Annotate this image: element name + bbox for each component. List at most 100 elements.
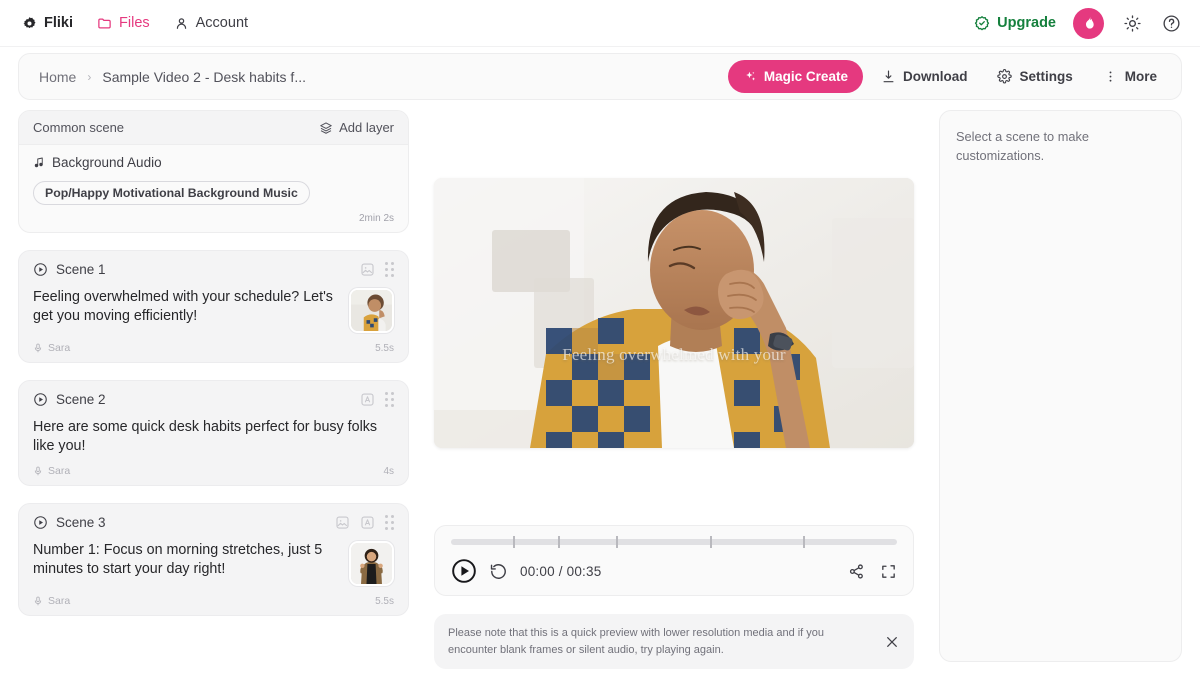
scene-3-voice-label: Sara bbox=[48, 595, 71, 607]
more-label: More bbox=[1124, 69, 1157, 84]
progress-tick bbox=[558, 536, 561, 548]
scene-1-text[interactable]: Feeling overwhelmed with your schedule? … bbox=[33, 288, 337, 326]
common-scene-header: Common scene Add layer bbox=[19, 111, 408, 145]
progress-tick bbox=[803, 536, 806, 548]
scene-1-header: Scene 1 bbox=[33, 262, 394, 277]
play-circle-icon[interactable] bbox=[33, 392, 48, 407]
theme-toggle-button[interactable] bbox=[1121, 12, 1143, 34]
download-button[interactable]: Download bbox=[869, 60, 980, 93]
text-layer-icon[interactable] bbox=[360, 392, 375, 407]
play-button[interactable] bbox=[451, 558, 477, 584]
common-scene-duration: 2min 2s bbox=[358, 213, 394, 224]
common-scene-card[interactable]: Common scene Add layer Background Audio … bbox=[18, 110, 409, 233]
app-root: Fliki Files Account Upgrade Home › Sampl… bbox=[0, 0, 1200, 674]
restart-button[interactable] bbox=[489, 562, 508, 581]
preview-notice-banner: Please note that this is a quick preview… bbox=[434, 614, 914, 669]
image-layer-icon[interactable] bbox=[335, 515, 350, 530]
scene-card-1[interactable]: Scene 1 Feeling overwhelmed with your sc… bbox=[18, 250, 409, 363]
scene-1-duration: 5.5s bbox=[375, 342, 394, 354]
scene-1-voice[interactable]: Sara bbox=[33, 342, 70, 354]
brand-home-link[interactable]: Fliki bbox=[22, 15, 73, 31]
play-circle-icon[interactable] bbox=[33, 262, 48, 277]
scene-1-thumbnail[interactable] bbox=[349, 288, 394, 333]
scene-2-body: Here are some quick desk habits perfect … bbox=[33, 418, 394, 456]
help-circle-icon bbox=[1162, 14, 1181, 33]
scene-2-voice-label: Sara bbox=[48, 465, 71, 477]
scene-3-thumbnail[interactable] bbox=[349, 541, 394, 586]
scene-1-header-icons bbox=[360, 262, 394, 277]
close-icon[interactable] bbox=[884, 634, 900, 650]
preview-notice-text: Please note that this is a quick preview… bbox=[448, 627, 825, 656]
nav-item-account-label: Account bbox=[195, 15, 249, 31]
customization-panel: Select a scene to make customizations. bbox=[939, 110, 1182, 662]
breadcrumb-bar: Home › Sample Video 2 - Desk habits f...… bbox=[18, 53, 1182, 100]
upgrade-button[interactable]: Upgrade bbox=[974, 15, 1056, 31]
customization-empty-message: Select a scene to make customizations. bbox=[956, 129, 1090, 164]
player-right-controls bbox=[848, 563, 897, 580]
top-navigation-bar: Fliki Files Account Upgrade bbox=[0, 0, 1200, 47]
background-music-chip[interactable]: Pop/Happy Motivational Background Music bbox=[33, 181, 310, 205]
drag-handle-icon[interactable] bbox=[385, 515, 394, 530]
scene-2-text[interactable]: Here are some quick desk habits perfect … bbox=[33, 418, 394, 456]
help-button[interactable] bbox=[1160, 12, 1182, 34]
scene-3-text[interactable]: Number 1: Focus on morning stretches, ju… bbox=[33, 541, 337, 579]
play-circle-icon[interactable] bbox=[33, 515, 48, 530]
gear-icon bbox=[997, 69, 1013, 84]
common-scene-title: Common scene bbox=[33, 120, 125, 135]
microphone-icon bbox=[33, 343, 43, 353]
breadcrumb-current-project[interactable]: Sample Video 2 - Desk habits f... bbox=[102, 69, 306, 85]
text-layer-icon[interactable] bbox=[360, 515, 375, 530]
drag-handle-icon[interactable] bbox=[385, 262, 394, 277]
music-note-icon bbox=[33, 156, 45, 169]
progress-tick bbox=[709, 536, 712, 548]
share-icon[interactable] bbox=[848, 563, 865, 580]
progress-bar[interactable] bbox=[451, 536, 897, 548]
scene-1-body: Feeling overwhelmed with your schedule? … bbox=[33, 288, 394, 333]
scene-3-header-icons bbox=[335, 515, 394, 530]
nav-item-files-label: Files bbox=[119, 15, 150, 31]
scene-3-voice[interactable]: Sara bbox=[33, 595, 70, 607]
scene-3-title: Scene 3 bbox=[56, 515, 106, 530]
video-preview[interactable]: Feeling overwhelmed with your bbox=[434, 178, 914, 448]
progress-tick bbox=[513, 536, 516, 548]
flame-icon bbox=[1081, 15, 1097, 31]
editor-body: Common scene Add layer Background Audio … bbox=[0, 100, 1200, 674]
fullscreen-icon[interactable] bbox=[880, 563, 897, 580]
user-icon bbox=[174, 16, 189, 31]
download-label: Download bbox=[902, 69, 968, 84]
magic-create-label: Magic Create bbox=[763, 69, 848, 84]
progress-tick bbox=[616, 536, 619, 548]
scene-3-body: Number 1: Focus on morning stretches, ju… bbox=[33, 541, 394, 586]
scene-1-footer: Sara 5.5s bbox=[33, 342, 394, 354]
scene-2-voice[interactable]: Sara bbox=[33, 465, 70, 477]
badge-check-icon bbox=[974, 15, 990, 31]
customization-panel-column: Select a scene to make customizations. bbox=[939, 110, 1182, 674]
add-layer-button[interactable]: Add layer bbox=[319, 120, 394, 135]
more-button[interactable]: More bbox=[1091, 60, 1169, 93]
scene-2-header-icons bbox=[360, 392, 394, 407]
avatar[interactable] bbox=[1073, 7, 1104, 39]
scene-3-header: Scene 3 bbox=[33, 515, 394, 530]
download-icon bbox=[881, 69, 896, 84]
microphone-icon bbox=[33, 596, 43, 606]
breadcrumb-home[interactable]: Home bbox=[39, 69, 76, 85]
scene-1-title: Scene 1 bbox=[56, 262, 106, 277]
scene-card-3[interactable]: Scene 3 Number 1: Focus on morning stret… bbox=[18, 503, 409, 616]
nav-item-files[interactable]: Files bbox=[97, 15, 150, 31]
scene-2-duration: 4s bbox=[383, 465, 394, 477]
brand-label: Fliki bbox=[44, 15, 74, 31]
scene-3-footer: Sara 5.5s bbox=[33, 595, 394, 607]
fliki-gear-icon bbox=[22, 16, 37, 31]
nav-item-account[interactable]: Account bbox=[174, 15, 248, 31]
scene-2-header: Scene 2 bbox=[33, 392, 394, 407]
layers-icon bbox=[319, 121, 333, 135]
settings-label: Settings bbox=[1019, 69, 1073, 84]
image-layer-icon[interactable] bbox=[360, 262, 375, 277]
scene-card-2[interactable]: Scene 2 Here are some quick desk habits … bbox=[18, 380, 409, 486]
settings-button[interactable]: Settings bbox=[985, 60, 1084, 93]
drag-handle-icon[interactable] bbox=[385, 392, 394, 407]
magic-create-button[interactable]: Magic Create bbox=[727, 60, 863, 93]
sun-icon bbox=[1123, 14, 1142, 33]
common-scene-body: Background Audio Pop/Happy Motivational … bbox=[19, 145, 408, 232]
folder-icon bbox=[97, 16, 112, 31]
